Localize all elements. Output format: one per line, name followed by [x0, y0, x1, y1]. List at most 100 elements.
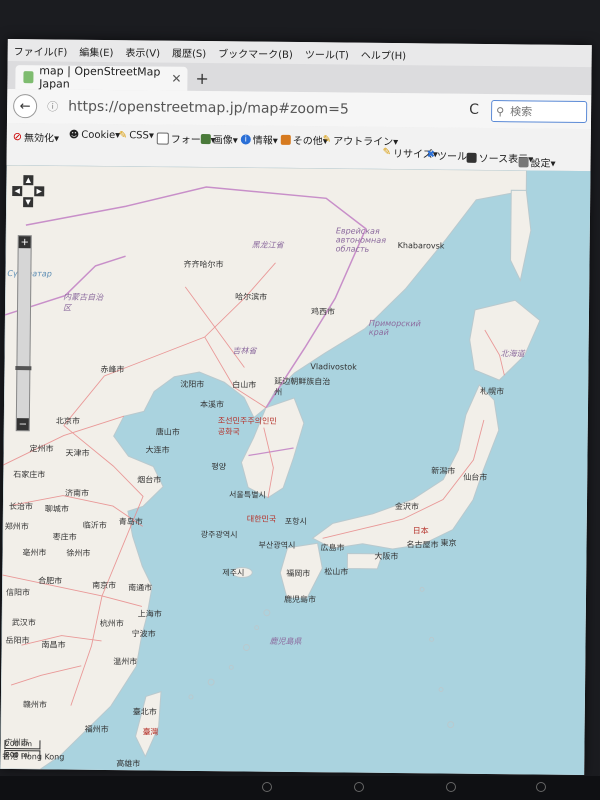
resize-pencil-icon: ✎ [382, 146, 392, 158]
toolbar-tools[interactable]: ✖ ツール▾ [427, 147, 473, 162]
menu-history[interactable]: 履歴(S) [172, 44, 206, 59]
tab-map[interactable]: map | OpenStreetMap Japan ✕ [15, 64, 188, 91]
pan-right-icon[interactable]: ▶ [34, 186, 45, 197]
label-ningbo: 宁波市 [131, 629, 156, 639]
search-input[interactable] [508, 103, 583, 120]
label-kagoshima-pref: 鹿児島県 [269, 636, 302, 647]
toolbar-settings-label: 設定▾ [530, 158, 556, 170]
info-icon: i [240, 133, 251, 145]
label-wenzhou: 温州市 [113, 657, 138, 667]
land-hokkaido [469, 299, 541, 381]
label-matsuyama: 松山市 [324, 567, 349, 577]
label-osaka: 大阪市 [374, 551, 399, 562]
toolbar-disable[interactable]: ⊘ 無効化▾ [13, 129, 59, 144]
person-icon: ☻ [68, 129, 80, 141]
label-hangzhou: 杭州市 [99, 618, 124, 629]
label-nagoya: 名古屋市 [406, 540, 439, 550]
label-nanchang: 南昌市 [41, 640, 66, 650]
pan-down-icon[interactable]: ▼ [23, 197, 34, 208]
label-primorsky: Приморский край [368, 318, 421, 337]
toolbar-css-label: CSS▾ [129, 130, 154, 142]
label-yantai: 烟台市 [137, 475, 162, 485]
land-honshu [311, 384, 500, 550]
label-tokyo: 東京 [440, 538, 457, 548]
menu-bookmarks[interactable]: ブックマーク(B) [218, 45, 293, 61]
toolbar-images[interactable]: 画像▾ [200, 131, 238, 147]
label-changzhi: 长治市 [8, 501, 33, 512]
label-hiroshima: 広島市 [320, 543, 345, 553]
misc-icon [280, 134, 291, 145]
label-niigata: 新潟市 [431, 466, 456, 476]
menu-help[interactable]: ヘルプ(H) [361, 46, 406, 61]
tab-close-icon[interactable]: ✕ [171, 72, 181, 86]
new-tab-button[interactable]: + [195, 69, 209, 88]
toolbar-info[interactable]: i 情報▾ [240, 131, 278, 147]
zoom-slider[interactable]: + − [15, 235, 32, 432]
label-gwangju: 광주광역시 [200, 530, 238, 540]
land-korea [240, 397, 305, 499]
label-dingzhou: 定州市 [29, 444, 54, 454]
toolbar-info-label: 情報▾ [252, 135, 278, 147]
label-shijiazhuang: 石家庄市 [13, 470, 46, 480]
label-pyongyang: 평양 [211, 462, 227, 472]
taskbar-icon-1[interactable] [262, 782, 272, 792]
menu-tools[interactable]: ツール(T) [305, 46, 349, 61]
prohibited-icon: ⊘ [12, 130, 23, 144]
scale-bar: 200 km 200 mi [4, 739, 41, 760]
label-pohang: 포항시 [284, 516, 307, 527]
taskbar-icon-4[interactable] [536, 782, 546, 792]
outline-pencil-icon: ✎ [322, 134, 332, 146]
toolbar-css[interactable]: ✎ CSS▾ [119, 130, 154, 141]
search-box[interactable]: ⚲ [490, 100, 588, 124]
label-harbin: 哈尔滨市 [235, 292, 268, 302]
label-seoul: 서울특별시 [229, 490, 266, 500]
label-taiwan: 臺灣 [142, 727, 159, 737]
label-sapporo: 札幌市 [480, 386, 505, 397]
toolbar-disable-label: 無効化▾ [23, 133, 60, 145]
label-qingdao: 青岛市 [118, 517, 143, 527]
toolbar-cookie[interactable]: ☻ Cookie▾ [69, 130, 121, 142]
url-bar[interactable]: https://openstreetmap.jp/map#zoom=5 [68, 99, 349, 118]
label-linyi: 临沂市 [82, 520, 107, 531]
site-info-icon[interactable]: ⓘ [47, 98, 58, 114]
taskbar-icon-2[interactable] [354, 782, 364, 792]
label-chifeng: 赤峰市 [100, 364, 125, 375]
scale-mi: 200 mi [4, 749, 41, 760]
toolbar-images-label: 画像▾ [212, 135, 238, 147]
scale-km-label: 200 km [5, 739, 32, 749]
pencil-icon: ✎ [118, 130, 128, 142]
label-jewish-ao: Еврейская автономная область [335, 226, 387, 254]
toolbar-cookie-label: Cookie▾ [81, 129, 121, 142]
toolbar-settings[interactable]: 設定▾ [518, 154, 556, 170]
map-view[interactable]: 齐齐哈尔市 哈尔滨市 鸡西市 黑龙江省 吉林省 赤峰市 沈阳市 白山市 延边朝鲜… [0, 164, 591, 776]
pan-left-icon[interactable]: ◀ [12, 186, 23, 197]
wrench-icon: ✖ [426, 149, 436, 161]
label-ganzhou: 赣州市 [22, 700, 47, 710]
label-fukuoka: 福岡市 [286, 568, 311, 579]
land-sakhalin [510, 189, 532, 282]
back-button[interactable]: ← [13, 94, 38, 119]
label-hokkaido: 北海道 [500, 349, 525, 359]
form-icon [156, 132, 169, 145]
menu-edit[interactable]: 編集(E) [79, 43, 113, 58]
label-fuzhou: 福州市 [84, 724, 109, 735]
reload-button[interactable]: C [469, 102, 479, 118]
label-busan: 부산광역시 [258, 540, 296, 551]
zoom-in-button[interactable]: + [18, 236, 31, 249]
label-beijing: 北京市 [55, 416, 80, 426]
label-north-korea: 조선민주주의인민공화국 [217, 416, 277, 437]
browser-window: ファイル(F) 編集(E) 表示(V) 履歴(S) ブックマーク(B) ツール(… [0, 38, 592, 776]
zoom-out-button[interactable]: − [16, 418, 29, 431]
taskbar-icon-3[interactable] [446, 782, 456, 792]
menu-file[interactable]: ファイル(F) [14, 43, 68, 59]
menu-view[interactable]: 表示(V) [125, 44, 160, 59]
zoom-slider-handle[interactable] [15, 366, 32, 371]
label-south-korea: 대한민국 [246, 514, 277, 524]
land-taiwan [135, 690, 162, 758]
label-kagoshima: 鹿児島市 [283, 594, 317, 605]
label-dalian: 大连市 [145, 445, 170, 455]
label-jeju: 제주시 [222, 568, 245, 578]
toolbar-misc[interactable]: その他▾ [280, 132, 328, 147]
label-xinyang: 信阳市 [5, 587, 31, 598]
pan-up-icon[interactable]: ▲ [23, 175, 34, 186]
